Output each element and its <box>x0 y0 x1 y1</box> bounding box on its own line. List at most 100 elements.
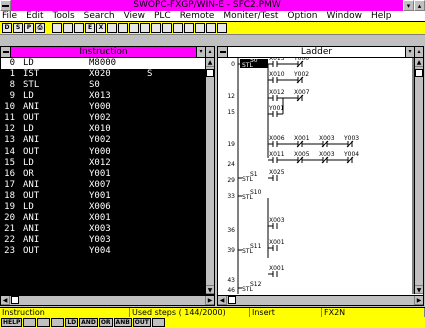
open-file-button[interactable]: S <box>13 23 23 33</box>
write-button[interactable] <box>195 23 205 33</box>
instruction-row[interactable]: 20 ANI X001 <box>1 213 206 224</box>
instruction-horizontal-scrollbar[interactable]: ◀ ▶ <box>1 295 214 305</box>
fkey-anb[interactable]: ANB <box>113 318 132 327</box>
scroll-right-arrow[interactable]: ▶ <box>414 296 423 305</box>
scroll-thumb[interactable] <box>415 69 423 77</box>
instruction-row[interactable]: 12 LD X010 <box>1 124 206 135</box>
instruction-op: ANI <box>23 223 40 234</box>
instruction-window-system-button[interactable] <box>1 47 11 57</box>
menu-tools[interactable]: Tools <box>53 11 75 21</box>
scroll-down-arrow[interactable]: ▼ <box>415 285 423 294</box>
instruction-list[interactable]: 0 LD M8000 1 IST X020 S 8 STL S0 9 LD X013 10 ANI Y000 1… <box>1 58 206 294</box>
print-button[interactable]: ⎙ <box>35 23 45 33</box>
edit-button[interactable]: E <box>85 23 95 33</box>
ladder-diagram[interactable]: 0 12 15 19 24 29 33 36 39 43 46 S0 STL X013 Y000 X010 Y0… <box>218 58 415 294</box>
instruction-row[interactable]: 15 LD X012 <box>1 158 206 169</box>
ladder-window-system-button[interactable] <box>218 47 228 57</box>
menu-monitor-test[interactable]: Moniter/Test <box>223 11 278 21</box>
paste-button[interactable] <box>74 23 84 33</box>
help-tool-button[interactable] <box>217 23 227 33</box>
scroll-up-arrow[interactable]: ▲ <box>206 58 214 67</box>
instruction-row[interactable]: 13 ANI Y002 <box>1 135 206 146</box>
instruction-row[interactable]: 11 OUT Y002 <box>1 113 206 124</box>
function-key-bar: HELP LD AND OR ANB OUT <box>0 317 425 328</box>
ladder-window-maximize[interactable]: ▴ <box>414 47 423 57</box>
delete-button[interactable]: X <box>96 23 106 33</box>
scroll-left-arrow[interactable]: ◀ <box>1 296 10 305</box>
instruction-op: ANI <box>23 102 40 113</box>
instruction-row[interactable]: 14 OUT Y000 <box>1 147 206 158</box>
instruction-row[interactable]: 17 ANI X007 <box>1 180 206 191</box>
instruction-arg: Y001 <box>89 190 111 201</box>
instruction-vertical-scrollbar[interactable]: ▲ ▼ <box>205 58 214 294</box>
scroll-thumb[interactable] <box>206 69 214 77</box>
instruction-row[interactable]: 1 IST X020 S <box>1 69 206 80</box>
device-button[interactable] <box>151 23 161 33</box>
fkey-out[interactable]: OUT <box>132 318 151 327</box>
instruction-row[interactable]: 22 ANI Y003 <box>1 235 206 246</box>
comment-button[interactable] <box>162 23 172 33</box>
instruction-row[interactable]: 0 LD M8000 <box>1 58 206 70</box>
hscroll-thumb[interactable] <box>11 296 19 304</box>
transfer-button[interactable] <box>173 23 183 33</box>
minimize-button[interactable]: ▾ <box>403 0 414 11</box>
fkey-or[interactable]: OR <box>98 318 113 327</box>
instruction-op: ANI <box>23 135 40 146</box>
ladder-canvas[interactable]: 012151924293336394346S0STLX013 Y000X010 Y0… <box>218 58 415 294</box>
view-sfc-button[interactable] <box>129 23 139 33</box>
save-file-button[interactable]: P <box>24 23 34 33</box>
instruction-row[interactable]: 18 OUT Y001 <box>1 191 206 202</box>
menu-file[interactable]: File <box>2 11 17 21</box>
instruction-extra <box>147 58 187 69</box>
cut-button[interactable] <box>52 23 62 33</box>
ladder-vertical-scrollbar[interactable]: ▲ ▼ <box>414 58 423 294</box>
instruction-window[interactable]: Instruction ▾ ▴ 0 LD M8000 1 IST X020 S 8 STL S0 9… <box>0 46 215 306</box>
menu-edit[interactable]: Edit <box>26 11 43 21</box>
menu-plc[interactable]: PLC <box>154 11 171 21</box>
instruction-window-minimize[interactable]: ▾ <box>196 47 205 57</box>
fkey-10[interactable] <box>151 318 165 327</box>
instruction-step: 15 <box>4 157 15 168</box>
menu-help[interactable]: Help <box>371 11 392 21</box>
hscroll-thumb[interactable] <box>228 296 236 304</box>
scroll-up-arrow[interactable]: ▲ <box>415 58 423 67</box>
instruction-row[interactable]: 23 OUT Y004 <box>1 246 206 257</box>
menu-option[interactable]: Option <box>287 11 317 21</box>
menu-remote[interactable]: Remote <box>180 11 215 21</box>
instruction-row[interactable]: 10 ANI Y000 <box>1 102 206 113</box>
instruction-window-maximize[interactable]: ▴ <box>205 47 214 57</box>
view-instruction-button[interactable] <box>107 23 117 33</box>
scroll-right-arrow[interactable]: ▶ <box>205 296 214 305</box>
ladder-window-titlebar[interactable]: Ladder ▾ ▴ <box>218 47 423 58</box>
instruction-row[interactable]: 21 ANI X003 <box>1 224 206 235</box>
scroll-left-arrow[interactable]: ◀ <box>218 296 227 305</box>
menu-window[interactable]: Window <box>326 11 362 21</box>
maximize-button[interactable]: ▴ <box>414 0 425 11</box>
fkey-help[interactable]: HELP <box>1 318 23 327</box>
verify-button[interactable] <box>206 23 216 33</box>
instruction-arg: X007 <box>89 179 111 190</box>
monitor-button[interactable] <box>140 23 150 33</box>
menu-view[interactable]: View <box>124 11 145 21</box>
view-ladder-button[interactable] <box>118 23 128 33</box>
instruction-row[interactable]: 9 LD X013 <box>1 91 206 102</box>
ladder-window-minimize[interactable]: ▾ <box>405 47 414 57</box>
instruction-window-titlebar[interactable]: Instruction ▾ ▴ <box>1 47 214 58</box>
read-button[interactable] <box>184 23 194 33</box>
scroll-down-arrow[interactable]: ▼ <box>206 285 214 294</box>
fkey-and[interactable]: AND <box>79 318 98 327</box>
instruction-row[interactable]: 16 OR Y001 <box>1 169 206 180</box>
ladder-horizontal-scrollbar[interactable]: ◀ ▶ <box>218 295 423 305</box>
new-file-button[interactable]: D <box>2 23 12 33</box>
menu-search[interactable]: Search <box>84 11 115 21</box>
instruction-arg: X012 <box>89 157 111 168</box>
instruction-row[interactable]: 8 STL S0 <box>1 80 206 91</box>
ladder-window[interactable]: Ladder ▾ ▴ 0 12 15 19 24 29 33 36 39 43 46 S0 STL X01… <box>217 46 424 306</box>
fkey-ld[interactable]: LD <box>65 318 79 327</box>
fkey-2[interactable] <box>23 318 37 327</box>
fkey-4[interactable] <box>51 318 65 327</box>
fkey-3[interactable] <box>37 318 51 327</box>
system-menu-button[interactable] <box>0 0 11 11</box>
copy-button[interactable] <box>63 23 73 33</box>
instruction-row[interactable]: 19 LD X006 <box>1 202 206 213</box>
